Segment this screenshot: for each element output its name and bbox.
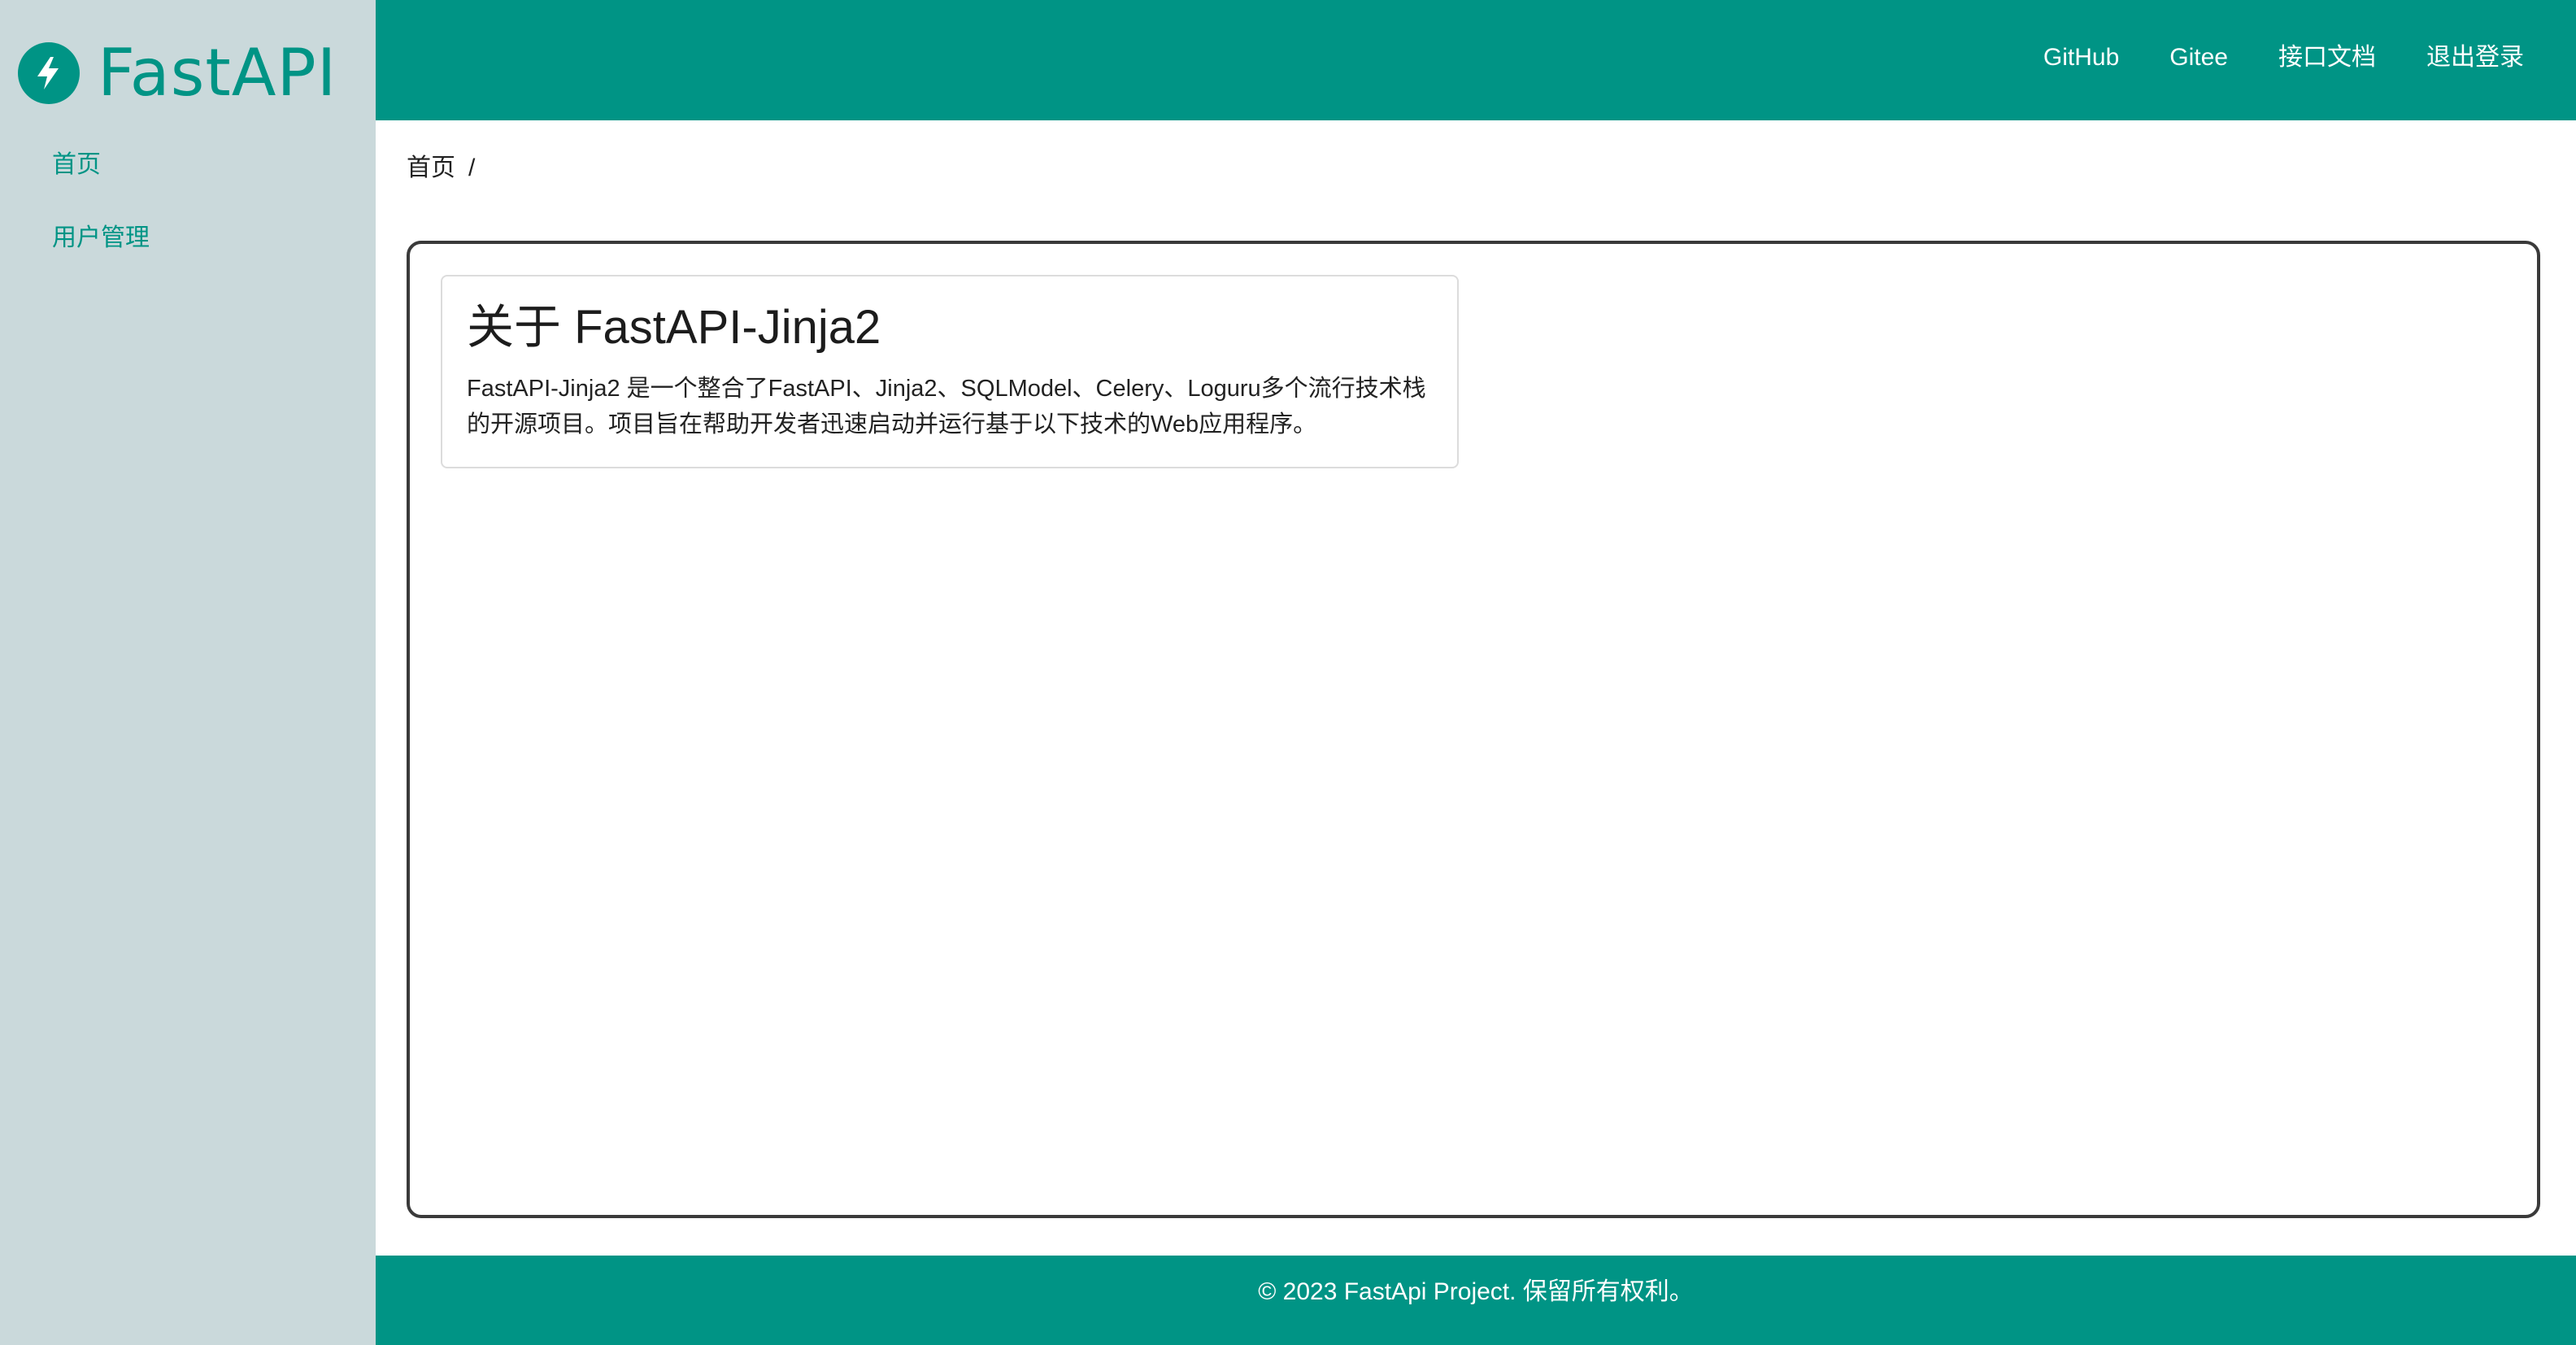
card-title: 关于 FastAPI-Jinja2 — [467, 301, 881, 354]
fastapi-bolt-icon — [18, 42, 80, 104]
card-description: FastAPI-Jinja2 是一个整合了FastAPI、Jinja2、SQLM… — [467, 376, 1426, 437]
logout-link[interactable]: 退出登录 — [2426, 46, 2524, 70]
github-link[interactable]: GitHub — [2043, 46, 2119, 70]
gitee-link[interactable]: Gitee — [2169, 46, 2228, 70]
breadcrumb-home[interactable]: 首页 — [407, 156, 455, 181]
logo-text: FastAPI — [98, 35, 337, 111]
sidebar-item-home[interactable]: 首页 — [52, 153, 101, 177]
footer: © 2023 FastApi Project. 保留所有权利。 — [376, 1256, 2576, 1345]
top-nav: GitHub Gitee 接口文档 退出登录 — [2043, 46, 2524, 70]
content-panel: 关于 FastAPI-Jinja2 FastAPI-Jinja2 是一个整合了F… — [407, 241, 2540, 1218]
breadcrumb: 首页 / — [407, 156, 475, 181]
top-bar: GitHub Gitee 接口文档 退出登录 — [376, 0, 2576, 120]
breadcrumb-separator: / — [468, 155, 476, 181]
about-card: 关于 FastAPI-Jinja2 FastAPI-Jinja2 是一个整合了F… — [441, 275, 1459, 468]
sidebar-item-user-management[interactable]: 用户管理 — [52, 226, 150, 250]
logo[interactable]: FastAPI — [18, 41, 337, 106]
api-docs-link[interactable]: 接口文档 — [2278, 46, 2376, 70]
sidebar: FastAPI 首页 用户管理 — [0, 0, 376, 1345]
footer-copyright: © 2023 FastApi Project. 保留所有权利。 — [1258, 1278, 1694, 1305]
